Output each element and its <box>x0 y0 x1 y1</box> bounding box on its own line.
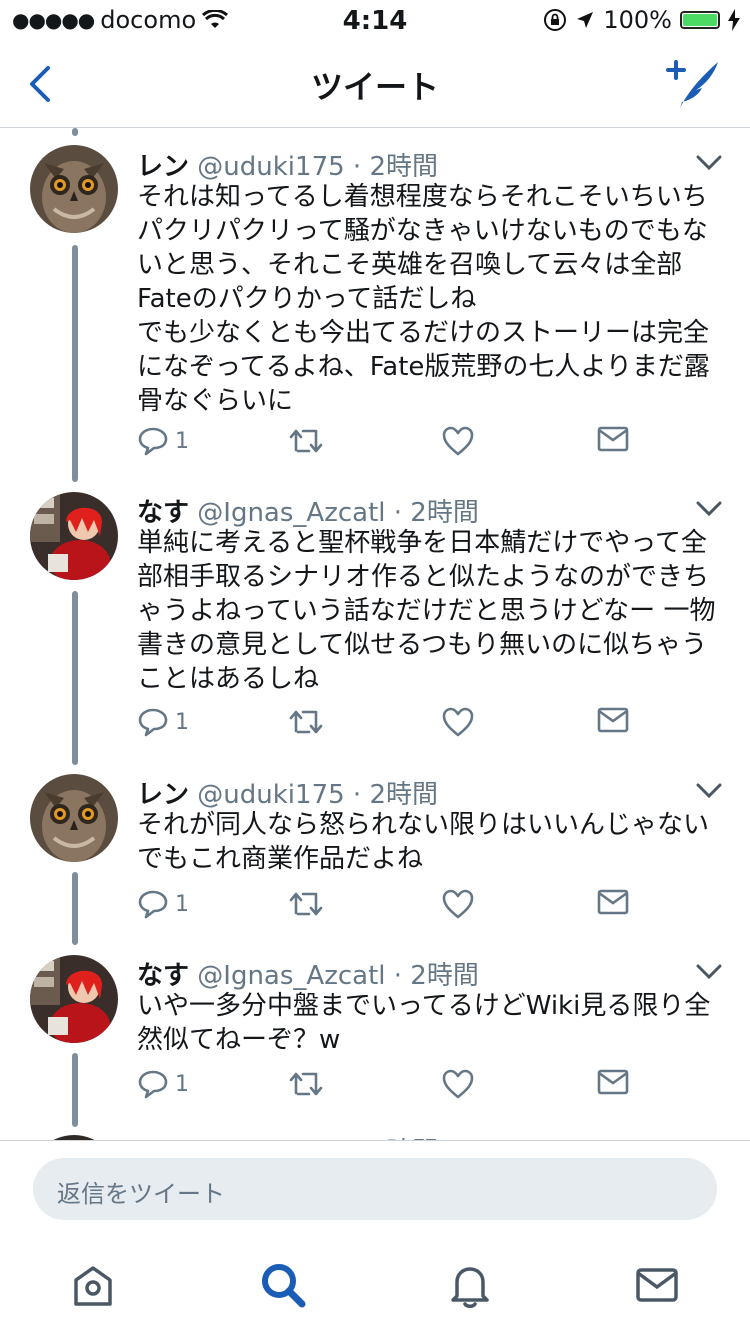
reply-bar: 返信をツイート <box>0 1140 750 1240</box>
like-heart-icon[interactable] <box>442 426 474 456</box>
like-heart-icon[interactable] <box>442 1069 474 1099</box>
notifications-bell-icon[interactable] <box>445 1260 495 1310</box>
messages-envelope-icon[interactable] <box>632 1260 682 1310</box>
user-name[interactable]: なす <box>137 961 189 991</box>
orientation-lock-icon <box>544 9 567 31</box>
reply-action[interactable]: 1 <box>137 889 189 919</box>
reply-action[interactable]: 1 <box>137 1069 189 1099</box>
tweet-header-partial: レン @uduki175 · 1時間 <box>137 1131 438 1140</box>
red-hair-avatar-image <box>30 955 118 1043</box>
tweet-text: 単純に考えると聖杯戦争を日本鯖だけでやって全 部相手取るシナリオ作ると似たような… <box>137 528 716 694</box>
tweet-actions: 1 <box>137 707 637 747</box>
reply-action[interactable]: 1 <box>137 707 189 737</box>
direct-message-icon[interactable] <box>597 426 629 452</box>
battery-icon <box>680 11 720 29</box>
red-hair-avatar-image <box>30 492 118 580</box>
reply-action[interactable]: 1 <box>137 426 189 456</box>
avatar[interactable] <box>30 955 118 1043</box>
tweet-header: レン @uduki175 · 2時間 <box>137 146 438 183</box>
tweet-text: それが同人なら怒られない限りはいいんじゃない でもこれ商業作品だよね <box>137 810 710 874</box>
location-icon <box>577 12 594 28</box>
tweet-text: いや一多分中盤までいってるけどWiki見る限り全 然似てねーぞ？w <box>137 991 711 1055</box>
user-name[interactable]: レン <box>137 152 189 182</box>
tweet-actions: 1 <box>137 426 637 466</box>
retweet-icon[interactable] <box>289 1069 325 1099</box>
retweet-icon[interactable] <box>289 426 325 456</box>
user-handle-time[interactable]: @uduki175 · 2時間 <box>197 780 438 810</box>
tweet-header: レン @uduki175 · 2時間 <box>137 774 438 811</box>
tweet-header: なす @Ignas_Azcatl · 2時間 <box>137 955 479 992</box>
tweet[interactable]: なす @Ignas_Azcatl · 2時間 単純に考えると聖杯戦争を日本鯖だけ… <box>0 482 750 764</box>
compose-tweet-icon[interactable] <box>666 58 722 110</box>
user-handle-time[interactable]: @Ignas_Azcatl · 2時間 <box>197 961 479 991</box>
chevron-down-icon[interactable] <box>696 500 722 518</box>
charging-icon <box>728 9 740 31</box>
home-icon[interactable] <box>68 1260 118 1310</box>
reply-icon <box>138 708 168 737</box>
direct-message-icon[interactable] <box>597 1069 629 1095</box>
tweet[interactable]: レン @uduki175 · 2時間 それが同人なら怒られない限りはいいんじゃな… <box>0 764 750 945</box>
retweet-icon[interactable] <box>289 707 325 737</box>
reply-count: 1 <box>175 891 189 917</box>
tweet-header: なす @Ignas_Azcatl · 2時間 <box>137 492 479 529</box>
reply-icon <box>138 890 168 919</box>
tweet-thread[interactable]: レン @uduki175 · 2時間 それは知ってるし着想程度ならそれこそいちい… <box>0 128 750 1140</box>
like-heart-icon[interactable] <box>442 707 474 737</box>
tweet-actions: 1 <box>137 889 637 929</box>
user-handle-time[interactable]: @Ignas_Azcatl · 2時間 <box>197 498 479 528</box>
direct-message-icon[interactable] <box>597 889 629 915</box>
direct-message-icon[interactable] <box>597 707 629 733</box>
reply-count: 1 <box>175 428 189 454</box>
status-bar: ●●●●● docomo 4:14 100% <box>0 0 750 40</box>
reply-icon <box>138 1070 168 1099</box>
tweet[interactable]: なす @Ignas_Azcatl · 2時間 いや一多分中盤までいってるけどWi… <box>0 945 750 1127</box>
tab-bar <box>0 1240 750 1334</box>
avatar[interactable] <box>30 492 118 580</box>
like-heart-icon[interactable] <box>442 889 474 919</box>
tweet-partial[interactable]: レン @uduki175 · 1時間 <box>0 1127 750 1140</box>
battery-level <box>683 14 717 26</box>
retweet-icon[interactable] <box>289 889 325 919</box>
reply-icon <box>138 427 168 456</box>
avatar[interactable] <box>30 774 118 862</box>
reply-count: 1 <box>175 1071 189 1097</box>
battery-percent: 100% <box>603 6 672 34</box>
search-icon[interactable] <box>258 1260 308 1310</box>
reply-input[interactable]: 返信をツイート <box>33 1158 717 1220</box>
page-title: ツイート <box>310 68 439 106</box>
owl-avatar-image <box>30 774 118 862</box>
status-right: 100% <box>543 6 740 34</box>
owl-avatar-image <box>30 145 118 233</box>
tweet[interactable]: レン @uduki175 · 2時間 それは知ってるし着想程度ならそれこそいちい… <box>0 136 750 482</box>
avatar[interactable] <box>30 145 118 233</box>
user-name[interactable]: なす <box>137 498 189 528</box>
chevron-down-icon[interactable] <box>696 782 722 800</box>
chevron-down-icon[interactable] <box>696 154 722 172</box>
user-handle-time[interactable]: @uduki175 · 2時間 <box>197 152 438 182</box>
tweet-text: それは知ってるし着想程度ならそれこそいちいち パクリパクリって騒がなきゃいけない… <box>137 182 710 416</box>
tweet-actions: 1 <box>137 1069 637 1109</box>
navigation-bar: ツイート <box>0 40 750 128</box>
thread-connector <box>72 128 78 136</box>
chevron-down-icon[interactable] <box>696 963 722 981</box>
reply-count: 1 <box>175 709 189 735</box>
user-name[interactable]: レン <box>137 780 189 810</box>
